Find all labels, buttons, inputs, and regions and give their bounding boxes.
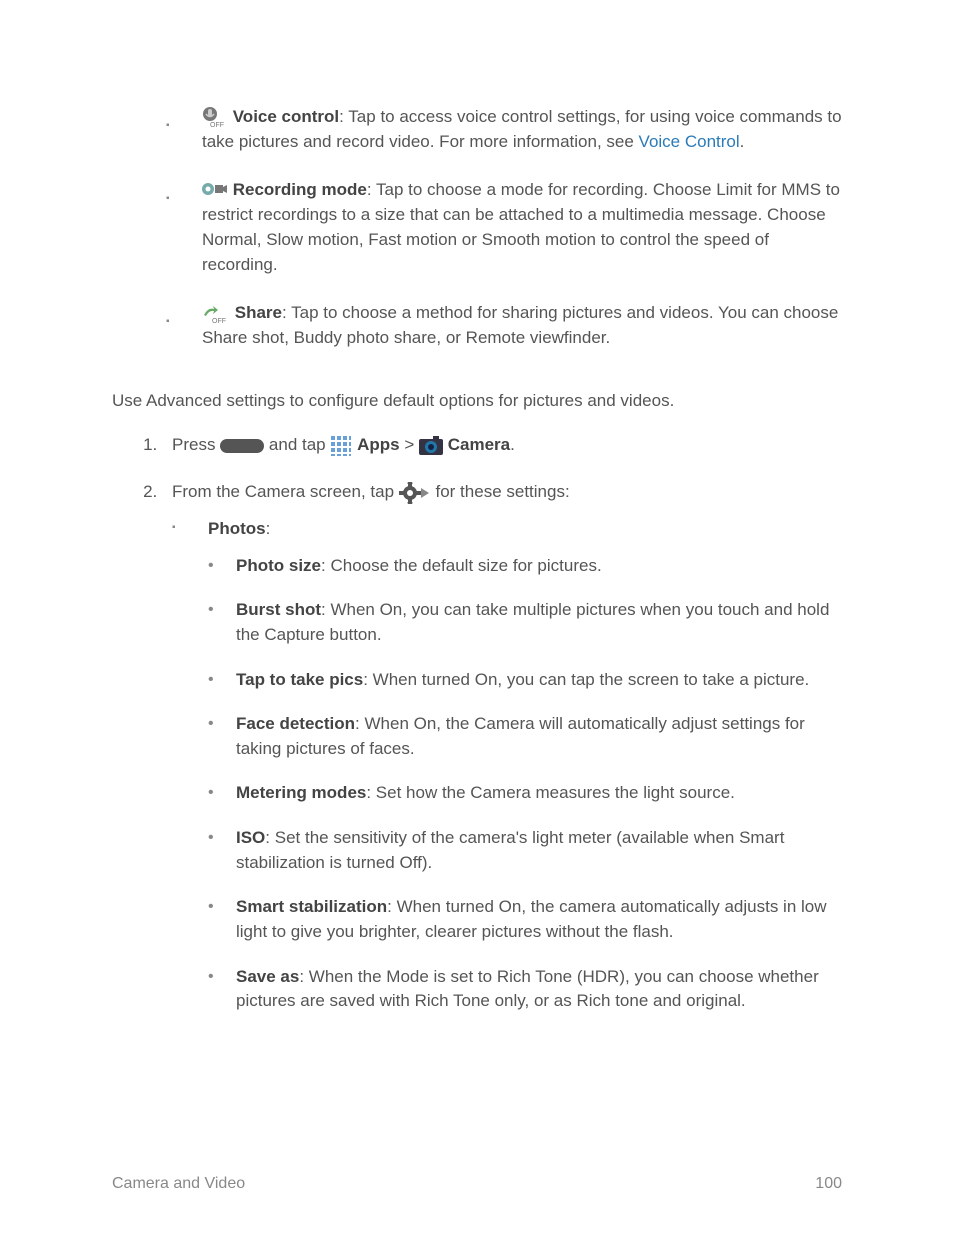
opt-title: Face detection — [236, 714, 355, 733]
list-item: Save as: When the Mode is set to Rich To… — [208, 965, 842, 1014]
opt-text: : When the Mode is set to Rich Tone (HDR… — [236, 967, 819, 1011]
list-item: Photo size: Choose the default size for … — [208, 554, 842, 579]
item-title: Share — [235, 303, 282, 322]
page-footer: Camera and Video 100 — [112, 1172, 842, 1195]
camera-app-icon — [419, 434, 443, 459]
opt-text: : Set the sensitivity of the camera's li… — [236, 828, 784, 872]
advanced-intro: Use Advanced settings to configure defau… — [112, 389, 842, 414]
list-item: Face detection: When On, the Camera will… — [208, 712, 842, 761]
item-title: Voice control — [233, 107, 339, 126]
opt-title: Save as — [236, 967, 299, 986]
opt-text: : When turned On, you can tap the screen… — [363, 670, 809, 689]
opt-text: : Set how the Camera measures the light … — [366, 783, 735, 802]
svg-text:OFF: OFF — [210, 122, 224, 129]
gt: > — [404, 435, 419, 454]
svg-text:OFF: OFF — [212, 318, 226, 325]
apps-grid-icon — [330, 434, 352, 459]
voice-control-off-icon: OFF — [202, 105, 228, 130]
list-item: OFF Voice control: Tap to access voice c… — [166, 105, 842, 154]
camera-label: Camera — [448, 435, 510, 454]
item-text-tail: . — [740, 132, 745, 151]
list-item: Photos: Photo size: Choose the default s… — [172, 517, 842, 1014]
voice-control-link[interactable]: Voice Control — [639, 132, 740, 151]
opt-title: Photo size — [236, 556, 321, 575]
opt-title: Smart stabilization — [236, 897, 387, 916]
opt-title: ISO — [236, 828, 265, 847]
step-1: Press and tap Apps > — [162, 433, 842, 458]
list-item: ISO: Set the sensitivity of the camera's… — [208, 826, 842, 875]
photos-label: Photos — [208, 519, 266, 538]
opt-title: Metering modes — [236, 783, 366, 802]
opt-title: Tap to take pics — [236, 670, 363, 689]
item-text: : Tap to choose a method for sharing pic… — [202, 303, 838, 347]
text: and tap — [269, 435, 330, 454]
list-item: Metering modes: Set how the Camera measu… — [208, 781, 842, 806]
share-off-icon: OFF — [202, 301, 230, 326]
list-item: Smart stabilization: When turned On, the… — [208, 895, 842, 944]
photo-options-list: Photo size: Choose the default size for … — [208, 554, 842, 1014]
period: . — [510, 435, 515, 454]
opt-text: : Choose the default size for pictures. — [321, 556, 602, 575]
opt-title: Burst shot — [236, 600, 321, 619]
list-item: Burst shot: When On, you can take multip… — [208, 598, 842, 647]
step-2: From the Camera screen, tap fo — [162, 480, 842, 1014]
list-item: Tap to take pics: When turned On, you ca… — [208, 668, 842, 693]
text: Press — [172, 435, 220, 454]
list-item: OFF Share: Tap to choose a method for sh… — [166, 301, 842, 350]
item-title: Recording mode — [233, 180, 367, 199]
recording-mode-icon — [202, 179, 228, 204]
list-item: Recording mode: Tap to choose a mode for… — [166, 178, 842, 277]
text: for these settings: — [436, 482, 570, 501]
steps-list: Press and tap Apps > — [136, 433, 842, 1014]
sub-bullet-list: Photos: Photo size: Choose the default s… — [172, 517, 842, 1014]
settings-gear-icon — [399, 480, 431, 505]
apps-label: Apps — [357, 435, 400, 454]
footer-section: Camera and Video — [112, 1172, 245, 1195]
home-button-icon — [220, 434, 264, 459]
top-bullet-list: OFF Voice control: Tap to access voice c… — [166, 105, 842, 351]
opt-text: : When On, you can take multiple picture… — [236, 600, 829, 644]
page: OFF Voice control: Tap to access voice c… — [0, 0, 954, 1235]
text: From the Camera screen, tap — [172, 482, 399, 501]
footer-page-number: 100 — [815, 1172, 842, 1195]
